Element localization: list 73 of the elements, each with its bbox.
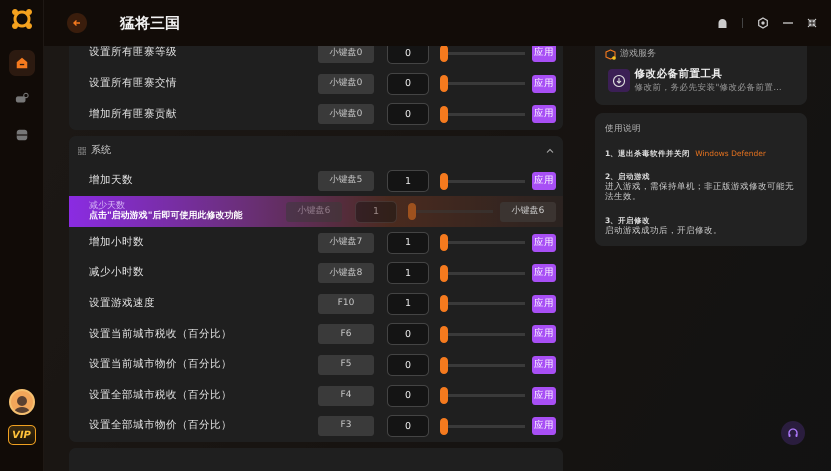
hotkey-button[interactable]: 小键盘8 — [318, 263, 374, 284]
grid-icon — [78, 146, 86, 155]
tool-item[interactable]: 修改必备前置工具 修改前，务必先安装"修改必备前置... — [608, 66, 797, 95]
value-field[interactable]: 1 — [387, 292, 429, 315]
apply-button[interactable]: 应用 — [532, 105, 556, 124]
settings-icon[interactable] — [757, 17, 769, 29]
hotkey-button[interactable]: F3 — [318, 416, 374, 436]
hotkey-button[interactable]: F10 — [318, 294, 374, 314]
row-label: 设置全部城市物价（百分比） — [89, 418, 233, 434]
tool-title: 修改必备前置工具 — [634, 66, 724, 82]
section-title: 系统 — [91, 144, 112, 158]
apply-button[interactable]: 应用 — [532, 234, 556, 252]
row-label: 增加小时数 — [89, 234, 145, 250]
row-label: 设置所有匪寨交情 — [89, 76, 178, 92]
apply-button[interactable]: 应用 — [532, 172, 556, 190]
hotkey-button[interactable]: F6 — [318, 324, 374, 344]
app-title: 猛将三国 — [120, 12, 180, 34]
hotkey-button[interactable]: 小键盘7 — [318, 232, 374, 253]
collapse-icon[interactable] — [807, 18, 817, 28]
apply-button[interactable]: 应用 — [532, 46, 556, 62]
row-label: 设置全部城市税收（百分比） — [89, 388, 233, 403]
logo-icon — [10, 8, 32, 30]
hotkey-button[interactable]: 小键盘0 — [318, 104, 374, 124]
apply-button[interactable]: 应用 — [532, 325, 556, 344]
hotkey-button[interactable]: 小键盘6 — [500, 202, 556, 222]
box-icon[interactable] — [14, 127, 28, 143]
value-field[interactable]: 0 — [387, 46, 429, 64]
vip-badge[interactable]: VIP — [8, 425, 36, 445]
minimize-icon[interactable] — [783, 22, 793, 24]
hotkey-button[interactable]: 小键盘0 — [318, 74, 374, 94]
hotkey-button[interactable]: 小键盘0 — [318, 46, 374, 64]
value-field[interactable]: 0 — [387, 323, 429, 346]
hotkey-button[interactable]: F5 — [318, 355, 374, 376]
row-label: 设置所有匪寨等级 — [89, 46, 178, 60]
value-field[interactable]: 1 — [387, 262, 429, 284]
locked-tip: 点击"启动游戏"后即可使用此修改功能 — [89, 211, 244, 222]
home-icon[interactable] — [14, 55, 28, 71]
value-field[interactable]: 0 — [387, 72, 429, 95]
value-field: 1 — [355, 200, 397, 223]
back-button[interactable] — [67, 13, 87, 33]
row-label: 减少小时数 — [89, 265, 145, 280]
user-icon[interactable] — [717, 18, 728, 28]
row-label: 减少天数 — [89, 202, 125, 211]
apply-button[interactable]: 应用 — [532, 386, 556, 405]
download-icon — [608, 69, 630, 92]
value-field[interactable]: 1 — [387, 170, 429, 192]
hotkey-button[interactable]: 小键盘5 — [318, 171, 374, 192]
value-field[interactable]: 0 — [387, 415, 429, 438]
apply-button[interactable]: 应用 — [532, 356, 556, 374]
avatar-icon[interactable] — [8, 389, 34, 415]
value-field[interactable]: 1 — [387, 232, 429, 254]
value-field[interactable]: 0 — [387, 384, 429, 407]
back-arrow-icon[interactable] — [72, 18, 82, 28]
row-label: 设置游戏速度 — [89, 296, 156, 311]
step-text: 启动游戏成功后，开启修改。 — [605, 226, 723, 236]
apply-button[interactable]: 应用 — [532, 74, 556, 93]
row-label: 设置当前城市税收（百分比） — [89, 326, 233, 342]
apply-button[interactable]: 应用 — [532, 294, 556, 313]
value-field[interactable]: 0 — [387, 103, 429, 126]
row-label: 增加所有匪寨贡献 — [89, 106, 178, 122]
tool-description: 修改前，务必先安装"修改必备前置... — [634, 82, 782, 95]
apply-button[interactable]: 应用 — [532, 264, 556, 282]
instructions-heading: 使用说明 — [605, 123, 642, 136]
row-label: 设置当前城市物价（百分比） — [89, 357, 233, 372]
value-field[interactable]: 0 — [387, 354, 429, 376]
box-icon — [605, 49, 616, 60]
chevron-up-icon[interactable] — [546, 148, 554, 154]
step-text: 进入游戏，需保持单机；非正版游戏修改可能无法生效。 — [605, 182, 795, 203]
apply-button[interactable]: 应用 — [532, 417, 556, 436]
service-heading: 游戏服务 — [620, 48, 656, 61]
row-label: 增加天数 — [89, 173, 134, 188]
hotkey-button[interactable]: F4 — [318, 386, 374, 406]
headset-icon[interactable] — [781, 421, 805, 445]
